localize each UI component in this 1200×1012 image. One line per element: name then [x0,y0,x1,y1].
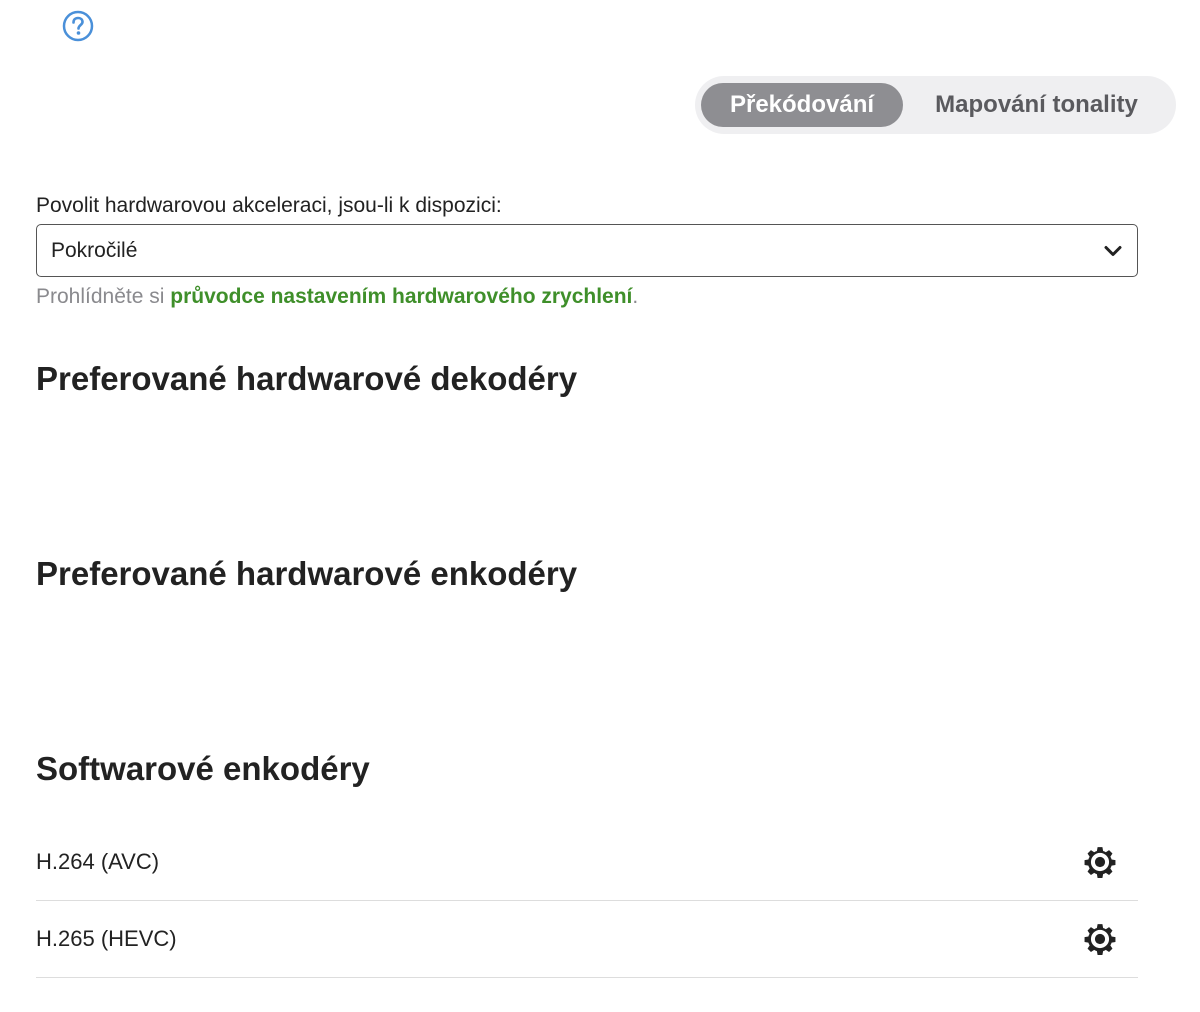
list-item: H.264 (AVC) [36,824,1138,901]
encoder-label: H.264 (AVC) [36,849,160,874]
hw-encoders-title: Preferované hardwarové enkodéry [36,555,578,592]
encoder-label: H.265 (HEVC) [36,926,177,951]
sw-encoders-title: Softwarové enkodéry [36,750,370,787]
hw-accel-select[interactable]: Pokročilé [36,224,1138,277]
tab-tone-mapping[interactable]: Mapování tonality [903,83,1170,127]
chevron-down-icon [1103,241,1123,261]
tab-transcoding[interactable]: Překódování [701,83,903,127]
hw-decoders-title: Preferované hardwarové dekodéry [36,360,578,397]
help-button[interactable] [62,10,94,42]
hint-suffix: . [632,285,639,308]
hw-accel-label: Povolit hardwarovou akceleraci, jsou-li … [36,194,502,217]
hint-prefix: Prohlídněte si [36,285,171,308]
list-item: H.265 (HEVC) [36,901,1138,978]
gear-icon[interactable] [1082,921,1118,957]
tab-bar: Překódování Mapování tonality [695,76,1176,134]
hw-accel-selected-value: Pokročilé [51,238,138,262]
hw-accel-guide-link[interactable]: průvodce nastavením hardwarového zrychle… [170,285,632,308]
question-circle-icon [62,10,94,42]
gear-icon[interactable] [1082,844,1118,880]
hw-accel-hint: Prohlídněte si průvodce nastavením hardw… [36,285,638,309]
